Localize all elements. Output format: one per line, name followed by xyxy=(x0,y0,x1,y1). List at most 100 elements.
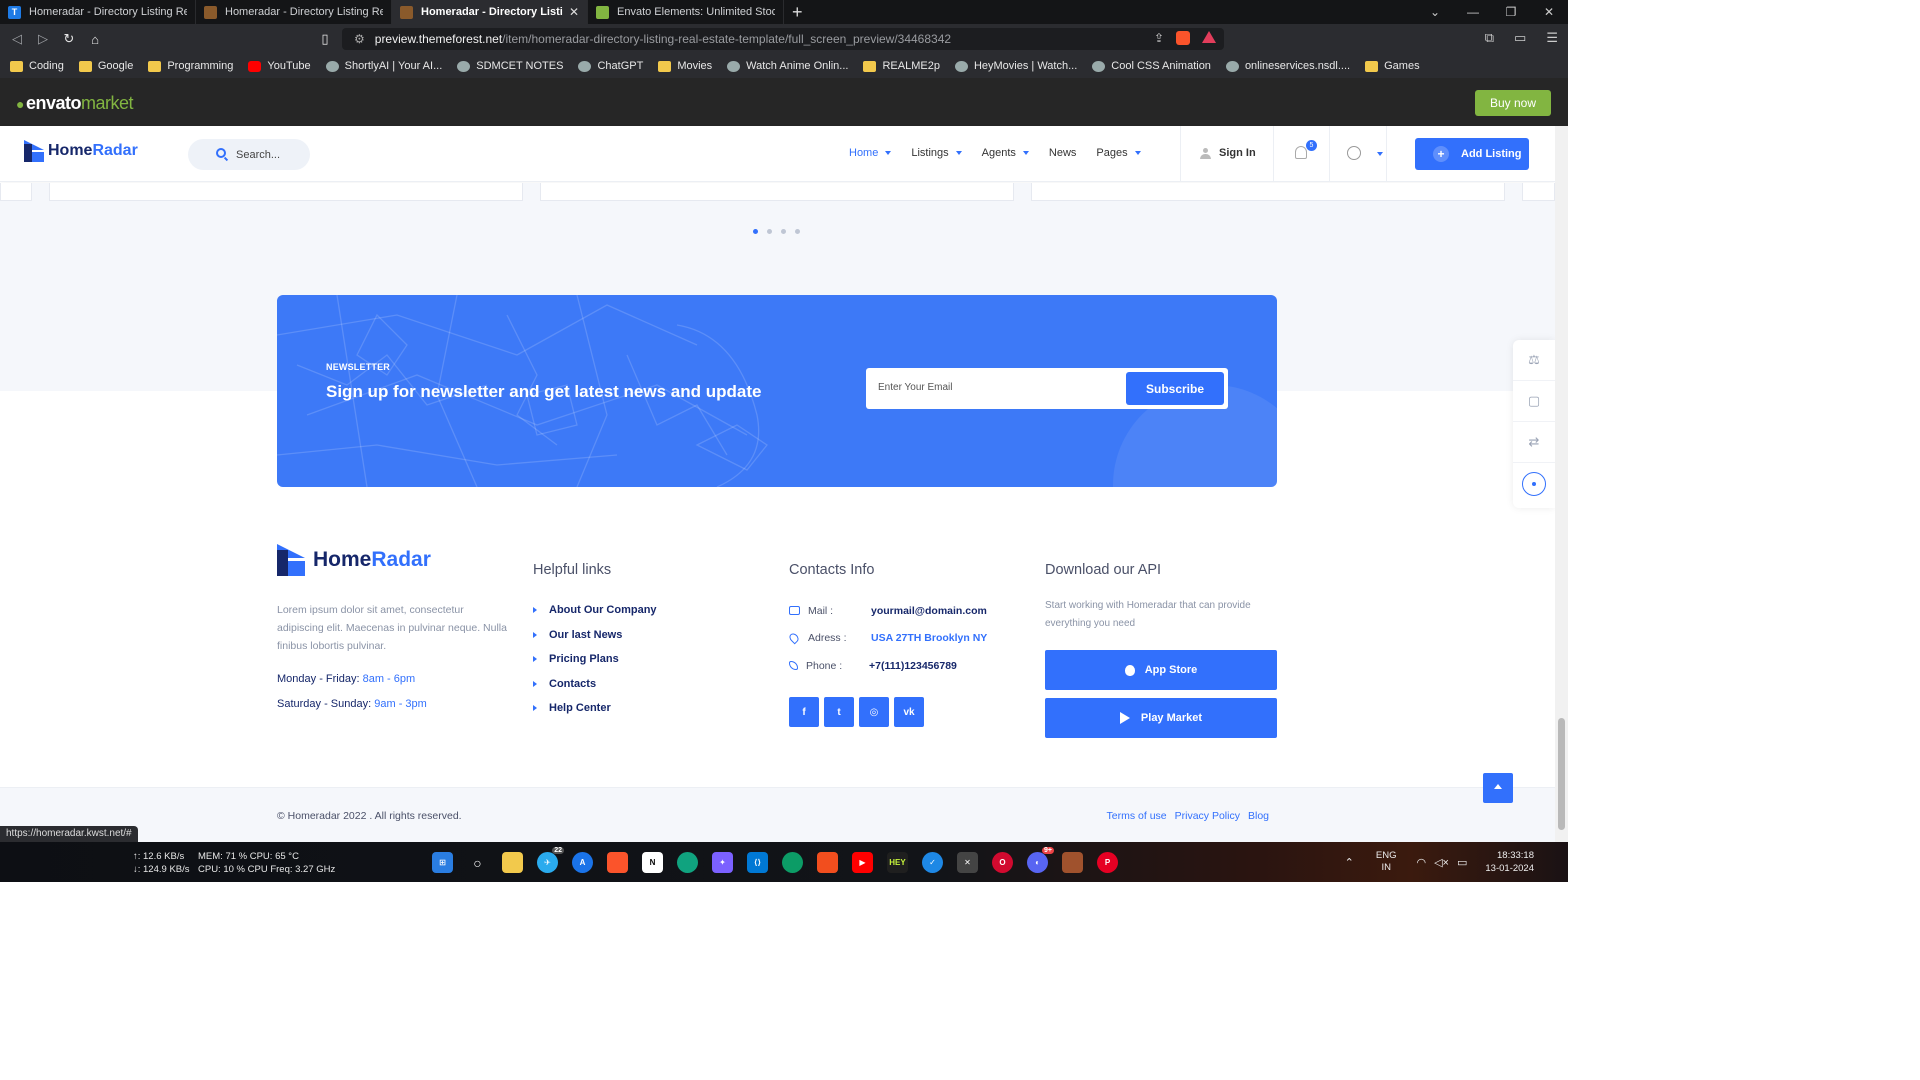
hey-icon[interactable]: HEY xyxy=(887,852,908,873)
discord-icon[interactable]: ◐ 9+ xyxy=(1027,847,1054,873)
language-caret-icon[interactable] xyxy=(1377,152,1383,156)
listing-card[interactable] xyxy=(540,183,1014,201)
back-icon[interactable]: ◁ xyxy=(4,31,30,47)
vscode-icon[interactable]: ⟨⟩ xyxy=(747,852,768,873)
bookmark-item[interactable]: Google xyxy=(78,60,133,72)
telegram-icon[interactable]: ✈ 22 xyxy=(537,847,564,873)
pinterest-icon[interactable]: P xyxy=(1097,852,1118,873)
nav-item-pages[interactable]: Pages xyxy=(1096,147,1141,159)
scroll-to-top-button[interactable] xyxy=(1483,773,1513,803)
slider-dot[interactable] xyxy=(767,229,772,234)
legal-link[interactable]: Blog xyxy=(1248,810,1269,822)
nav-item-agents[interactable]: Agents xyxy=(982,147,1029,159)
facebook-icon[interactable]: f xyxy=(789,697,819,727)
bookmark-item[interactable]: HeyMovies | Watch... xyxy=(954,60,1077,72)
bookmark-item[interactable]: Games xyxy=(1365,60,1420,72)
site-logo[interactable]: HomeRadar xyxy=(24,140,138,162)
new-tab-button[interactable]: + xyxy=(792,2,803,23)
subscribe-button[interactable]: Subscribe xyxy=(1126,372,1224,405)
nav-item-news[interactable]: News xyxy=(1049,147,1077,159)
play-market-button[interactable]: Play Market xyxy=(1045,698,1277,738)
browser-tab[interactable]: Envato Elements: Unlimited Stock Vide xyxy=(588,0,784,24)
search-input[interactable]: Search... xyxy=(188,139,310,170)
copilot-icon[interactable]: ✦ xyxy=(712,852,733,873)
tray-chevron-icon[interactable]: ⌃ xyxy=(1345,856,1354,869)
file-explorer-icon[interactable] xyxy=(502,852,523,873)
brave-shields-icon[interactable] xyxy=(1176,31,1190,45)
bookmark-item[interactable]: SDMCET NOTES xyxy=(457,60,563,72)
brave-rewards-icon[interactable] xyxy=(1202,31,1216,43)
home-icon[interactable]: ⌂ xyxy=(82,32,108,47)
brave-icon[interactable] xyxy=(607,852,628,873)
listing-card[interactable] xyxy=(1522,183,1555,201)
footer-link[interactable]: About Our Company xyxy=(533,598,657,623)
restore-icon[interactable]: ❐ xyxy=(1492,5,1530,19)
scrollbar-thumb[interactable] xyxy=(1558,718,1565,830)
bookmark-item[interactable]: onlineservices.nsdl.... xyxy=(1225,60,1350,72)
compare-icon[interactable]: ⚖ xyxy=(1513,340,1555,381)
footer-link[interactable]: Help Center xyxy=(533,696,657,721)
footer-link[interactable]: Our last News xyxy=(533,623,657,648)
instagram-icon[interactable]: ◎ xyxy=(859,697,889,727)
extensions-icon[interactable]: ⧉ xyxy=(1485,30,1494,46)
todo-icon[interactable]: ✓ xyxy=(922,852,943,873)
edge-icon[interactable] xyxy=(782,852,803,873)
volume-icon[interactable]: ◁× xyxy=(1434,856,1449,869)
youtube-icon[interactable]: ▶ xyxy=(852,852,873,873)
sign-in-link[interactable]: Sign In xyxy=(1200,147,1256,159)
email-field[interactable]: Enter Your Email xyxy=(878,382,953,393)
contact-value[interactable]: USA 27TH Brooklyn NY xyxy=(871,632,987,644)
contact-value[interactable]: yourmail@domain.com xyxy=(871,605,987,617)
swap-icon[interactable]: ⇄ xyxy=(1513,422,1555,463)
browser-tab[interactable]: Homeradar - Directory Listing Real Est xyxy=(196,0,392,24)
buy-now-button[interactable]: Buy now xyxy=(1475,90,1551,116)
bag-icon[interactable]: ▢ xyxy=(1513,381,1555,422)
add-listing-button[interactable]: + Add Listing xyxy=(1415,138,1529,170)
vk-icon[interactable]: vk xyxy=(894,697,924,727)
sidebar-icon[interactable]: ▭ xyxy=(1514,30,1526,46)
nav-item-home[interactable]: Home xyxy=(849,147,892,159)
listing-card[interactable] xyxy=(1031,183,1505,201)
page-scrollbar[interactable] xyxy=(1555,126,1568,842)
notion-icon[interactable]: N xyxy=(642,852,663,873)
battery-icon[interactable]: ▭ xyxy=(1457,856,1467,869)
legal-link[interactable]: Privacy Policy xyxy=(1175,810,1240,822)
minimize-icon[interactable]: — xyxy=(1454,5,1492,19)
envato-logo[interactable]: ● envatomarket xyxy=(16,93,134,114)
windows-start-icon[interactable]: ⊞ xyxy=(432,852,453,873)
bookmark-item[interactable]: Watch Anime Onlin... xyxy=(727,60,848,72)
bookmark-item[interactable]: Programming xyxy=(148,60,233,72)
footer-logo[interactable]: HomeRadar xyxy=(277,544,431,576)
listing-card[interactable] xyxy=(49,183,523,201)
nav-item-listings[interactable]: Listings xyxy=(911,147,962,159)
slider-dot[interactable] xyxy=(781,229,786,234)
clock[interactable]: 18:33:18 13-01-2024 xyxy=(1485,849,1534,875)
tab-search-icon[interactable]: ⌄ xyxy=(1416,5,1454,19)
search-icon[interactable]: ○ xyxy=(467,852,488,873)
listing-card[interactable] xyxy=(0,183,32,201)
target-icon[interactable] xyxy=(1513,463,1555,504)
bookmark-icon[interactable]: ▯ xyxy=(312,31,338,47)
reload-icon[interactable]: ↻ xyxy=(56,31,82,47)
globe-icon[interactable] xyxy=(1347,146,1361,160)
close-tab-icon[interactable]: ✕ xyxy=(569,5,579,19)
bookmark-item[interactable]: YouTube xyxy=(248,60,311,72)
language-indicator[interactable]: ENG IN xyxy=(1376,850,1397,874)
footer-link[interactable]: Contacts xyxy=(533,672,657,697)
url-field[interactable]: ⚙ preview.themeforest.net/item/homeradar… xyxy=(342,28,1224,50)
bookmark-item[interactable]: ShortlyAI | Your AI... xyxy=(325,60,442,72)
browser-tab[interactable]: T Homeradar - Directory Listing Real Est xyxy=(0,0,196,24)
legal-link[interactable]: Terms of use xyxy=(1107,810,1167,822)
wifi-icon[interactable]: ◠ xyxy=(1416,856,1426,869)
app-store-button[interactable]: App Store xyxy=(1045,650,1277,690)
figma-icon[interactable] xyxy=(817,852,838,873)
bookmark-item[interactable]: Coding xyxy=(10,60,64,72)
close-window-icon[interactable]: ✕ xyxy=(1530,5,1568,19)
bookmark-item[interactable]: ChatGPT xyxy=(578,60,643,72)
game-icon[interactable]: ✕ xyxy=(957,852,978,873)
browser-tab[interactable]: Homeradar - Directory Listing Re ✕ xyxy=(392,0,588,24)
bookmark-item[interactable]: Cool CSS Animation xyxy=(1092,60,1211,72)
menu-icon[interactable]: ☰ xyxy=(1546,30,1558,46)
app-store-icon[interactable]: A xyxy=(572,852,593,873)
slider-dot[interactable] xyxy=(795,229,800,234)
